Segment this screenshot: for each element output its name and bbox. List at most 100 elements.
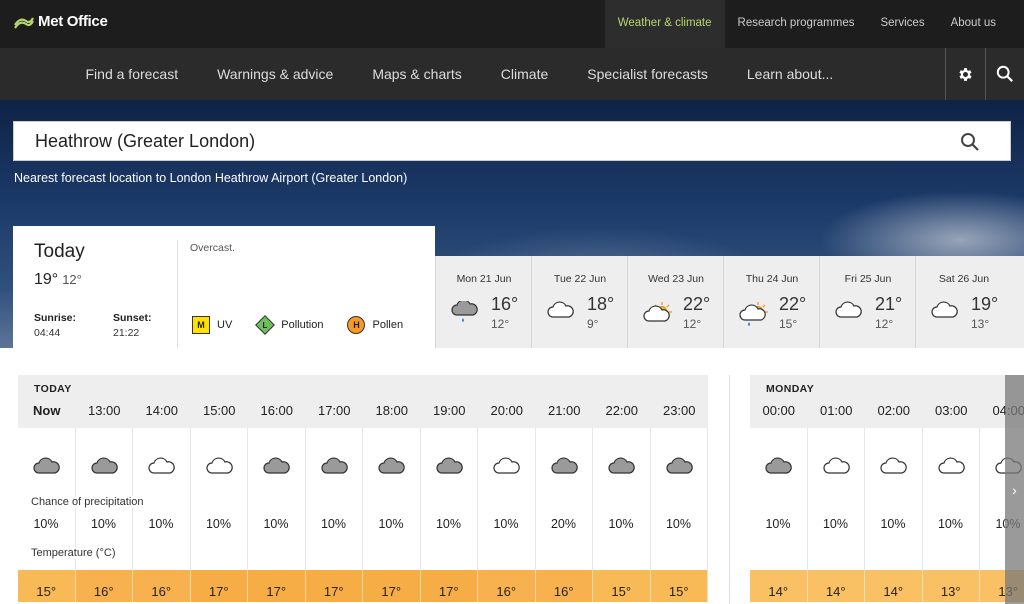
hour-column[interactable]: 10%	[478, 428, 536, 570]
gear-icon	[959, 67, 972, 81]
hour-column[interactable]: 10%	[651, 428, 708, 570]
precip-chance: 10%	[205, 517, 232, 531]
day-name: Sat 26 Jun	[938, 273, 990, 285]
hour-column[interactable]: 10%	[306, 428, 363, 570]
location-search-input[interactable]	[14, 122, 954, 160]
uv-index[interactable]: M UV	[192, 316, 232, 334]
hour-temp: 14°	[807, 570, 865, 602]
cloud-icon	[547, 301, 575, 324]
site-search-button[interactable]	[985, 48, 1024, 100]
hour-column[interactable]: 10%	[923, 428, 980, 570]
topnav-services[interactable]: Services	[867, 0, 937, 48]
cloud-icon	[835, 301, 863, 324]
hour-column[interactable]: 10%	[363, 428, 421, 570]
search-icon[interactable]	[960, 132, 980, 152]
today-summary-card[interactable]: Today 19° 12° Sunrise: 04:44 Sunset: 21:2…	[13, 226, 435, 348]
day-low: 12°	[683, 317, 702, 331]
nav-find-forecast[interactable]: Find a forecast	[66, 48, 198, 100]
today-title: Today	[34, 241, 85, 262]
hour-temp: 15°	[18, 570, 76, 602]
met-office-logo[interactable]: Met Office	[14, 13, 108, 30]
topnav-weather-climate[interactable]: Weather & climate	[604, 0, 725, 48]
nav-specialist[interactable]: Specialist forecasts	[568, 48, 728, 100]
hour-column[interactable]: 10%	[750, 428, 808, 570]
hour-time: 22:00	[605, 403, 639, 418]
day-high: 22°	[779, 294, 807, 314]
day-name: Wed 23 Jun	[648, 273, 704, 285]
time-row: 00:0001:0002:0003:0004:00	[750, 403, 1024, 428]
hour-temp: 15°	[593, 570, 651, 602]
location-search	[13, 121, 1011, 161]
sunrise-label: Sunrise:	[34, 312, 77, 324]
hour-time: 19:00	[432, 403, 466, 418]
hour-temp: 13°	[922, 570, 980, 602]
white-cloud-icon	[493, 457, 521, 480]
hour-time: 00:00	[762, 403, 796, 418]
hour-column[interactable]: 10%	[421, 428, 478, 570]
day-tab[interactable]: Wed 23 Jun 22° 12°	[627, 256, 723, 348]
hour-time: 21:00	[547, 403, 581, 418]
hour-time: 13:00	[87, 403, 121, 418]
pollution-badge-icon: L	[255, 315, 276, 335]
white-cloud-icon	[205, 457, 234, 480]
pollen-index[interactable]: H Pollen	[347, 316, 403, 334]
hour-temp: 16°	[535, 570, 593, 602]
day-tab[interactable]: Mon 21 Jun 16° 12°	[435, 256, 531, 348]
hour-column[interactable]: 10%	[808, 428, 865, 570]
pollution-letter: L	[262, 320, 268, 330]
nav-learn-about[interactable]: Learn about...	[727, 48, 852, 100]
hour-temp: 17°	[363, 570, 421, 602]
hour-column[interactable]: 10%	[865, 428, 923, 570]
hour-column[interactable]: 10%	[248, 428, 306, 570]
hour-time: 03:00	[934, 403, 968, 418]
day-tab[interactable]: Sat 26 Jun 19° 13°	[915, 256, 1024, 348]
nav-climate[interactable]: Climate	[481, 48, 567, 100]
day-low: 12°	[875, 317, 894, 331]
settings-button[interactable]	[945, 48, 985, 100]
nav-maps-charts[interactable]: Maps & charts	[353, 48, 481, 100]
cloud-icon	[931, 301, 959, 324]
day-low: 15°	[779, 317, 798, 331]
day-tab[interactable]: Fri 25 Jun 21° 12°	[819, 256, 915, 348]
day-low: 12°	[491, 317, 510, 331]
top-bar: Met Office Weather & climate Research pr…	[0, 0, 1024, 48]
hourly-today: TODAY Now 13:00 14:00 15:00 16:00 17:00 18:00 19…	[18, 375, 708, 602]
hour-temp: 15°	[650, 570, 708, 602]
daily-forecast-tabs: Mon 21 Jun 16° 12° Tue 22 Jun 18° 9° Wed 23 Ju…	[435, 256, 1024, 348]
sunset-time: 21:22	[113, 327, 140, 339]
precip-chance: 10%	[665, 517, 692, 531]
day-low: 13°	[971, 317, 990, 331]
day-high: 22°	[683, 294, 711, 314]
day-high: 16°	[491, 294, 519, 314]
precip-chance: 10%	[263, 517, 289, 531]
nav-warnings[interactable]: Warnings & advice	[198, 48, 353, 100]
day-separator	[729, 375, 730, 604]
grey-cloud-icon	[33, 457, 61, 480]
hour-temp: 17°	[190, 570, 248, 602]
hour-column[interactable]: 20%	[536, 428, 593, 570]
scroll-right-button[interactable]: ›	[1005, 375, 1024, 604]
day-tab[interactable]: Thu 24 Jun 22° 15°	[723, 256, 819, 348]
day-tab[interactable]: Tue 22 Jun 18° 9°	[531, 256, 627, 348]
hour-temp: 14°	[865, 570, 923, 602]
hour-time-now: Now	[33, 403, 61, 418]
precip-chance: 10%	[880, 517, 906, 531]
chevron-right-icon: ›	[1012, 481, 1017, 498]
sunrise-info: Sunrise: 04:44	[34, 312, 76, 339]
grey-cloud-icon	[320, 457, 349, 480]
today-summary-text: Overcast.	[190, 242, 235, 254]
hour-column[interactable]: 10%	[593, 428, 651, 570]
hour-temp: 17°	[420, 570, 478, 602]
topnav-research[interactable]: Research programmes	[725, 0, 868, 48]
hour-column[interactable]: 10%	[191, 428, 248, 570]
white-cloud-icon	[148, 457, 176, 480]
precip-chance: 10%	[90, 517, 117, 531]
hourly-forecast: TODAY Now 13:00 14:00 15:00 16:00 17:00 18:00 19…	[0, 348, 1024, 604]
met-office-logo-icon	[14, 16, 34, 29]
hour-time: 15:00	[202, 403, 236, 418]
divider	[177, 240, 178, 348]
topnav-about[interactable]: About us	[938, 0, 1024, 48]
sun-cloud-icon	[643, 301, 673, 328]
hourly-day-heading: MONDAY	[750, 375, 1024, 403]
pollution-index[interactable]: L Pollution	[255, 315, 323, 335]
